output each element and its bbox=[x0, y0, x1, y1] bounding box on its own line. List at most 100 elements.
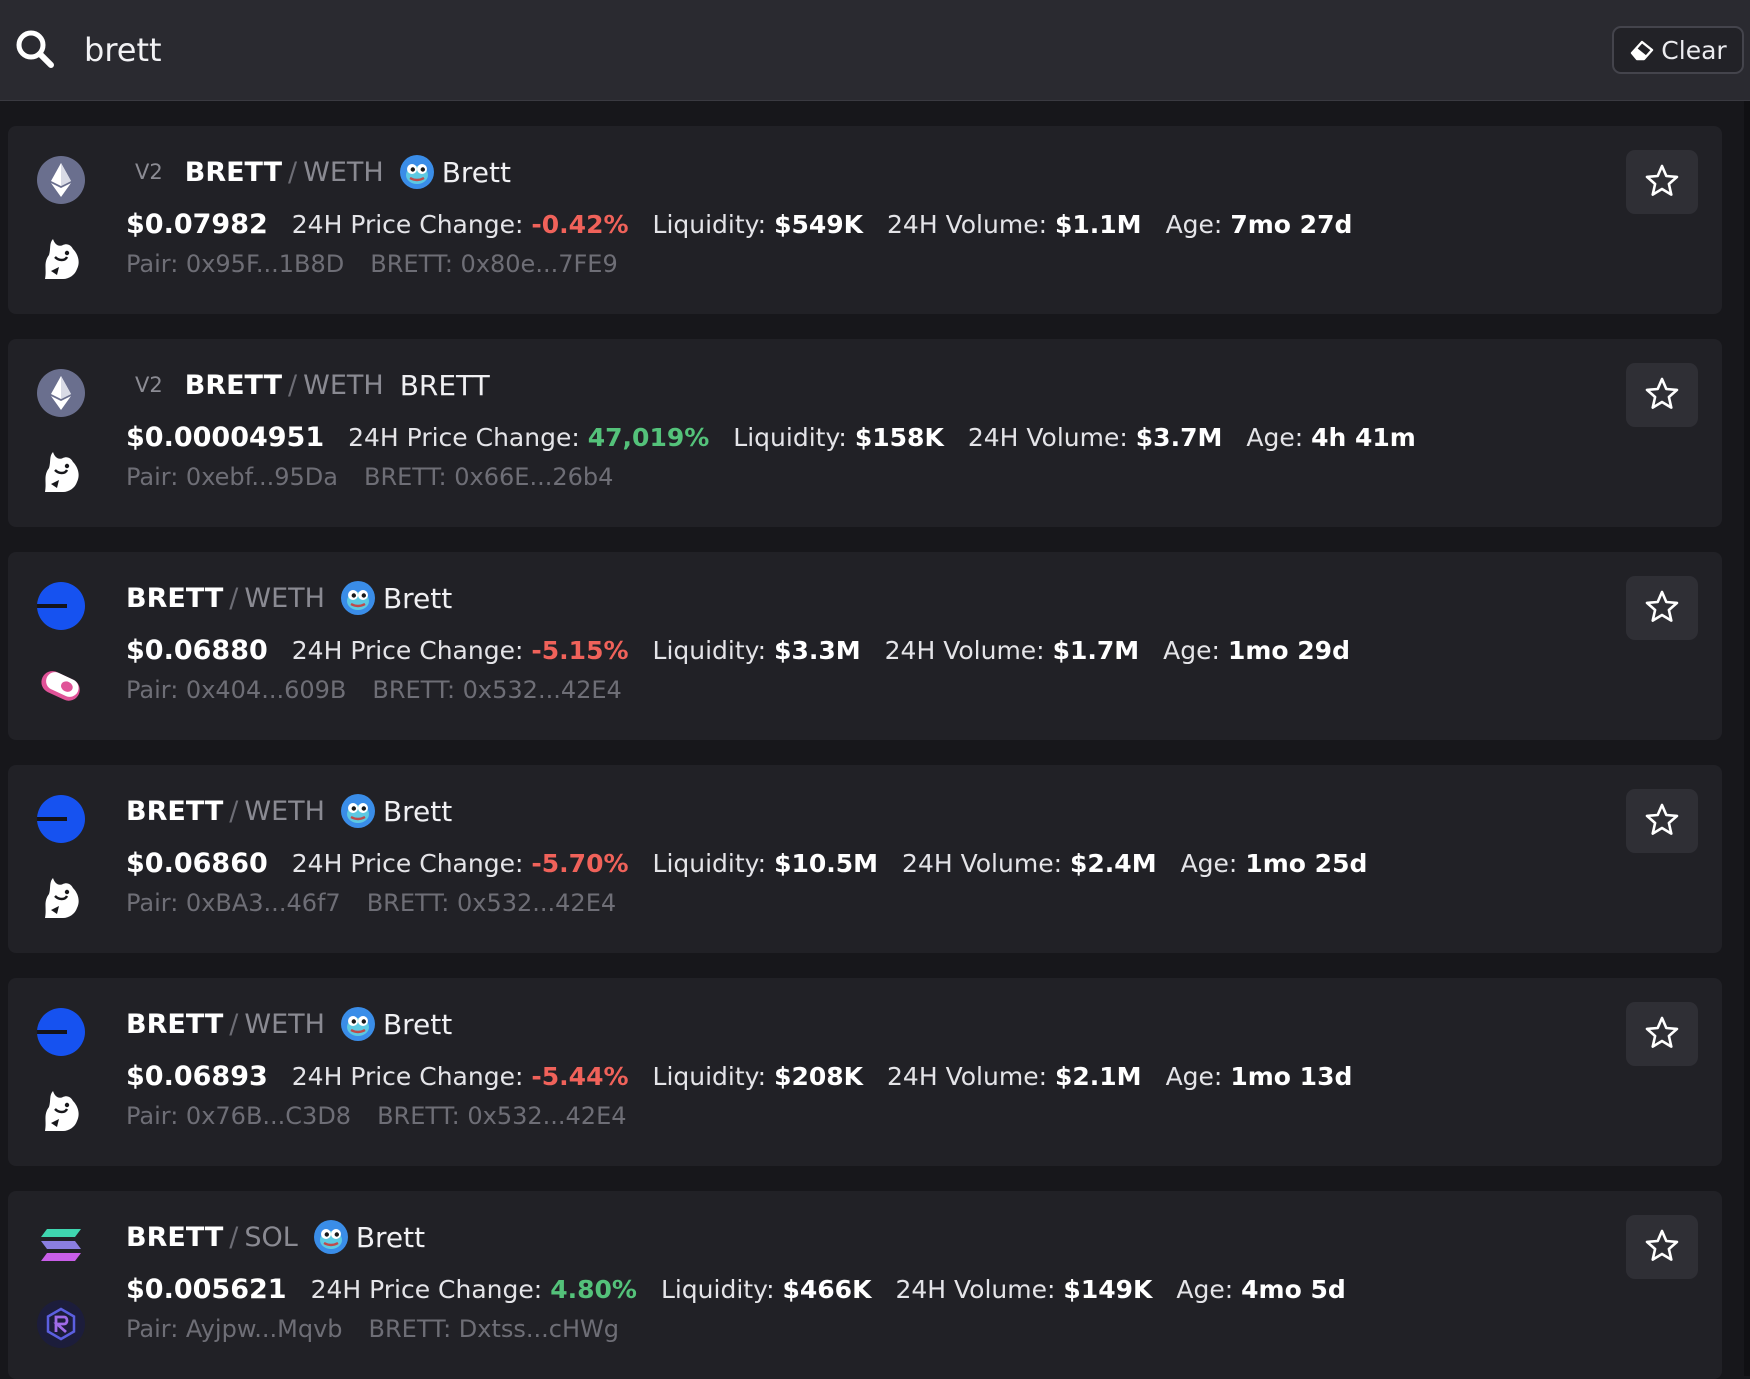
price: $0.06880 bbox=[126, 634, 268, 666]
token-address: BRETT: 0x532...42E4 bbox=[377, 1102, 627, 1130]
age-value: 4h 41m bbox=[1311, 422, 1416, 452]
volume-label: 24H Volume: bbox=[887, 209, 1047, 239]
token-name: Brett bbox=[382, 1007, 453, 1041]
pair-address: Pair: 0x76B...C3D8 bbox=[126, 1102, 352, 1130]
volume-value: $1.7M bbox=[1052, 635, 1140, 665]
result-card[interactable]: V2 BRETT / WETH BRETT $0.00004951 24H Price Ch… bbox=[8, 339, 1722, 527]
brett-pepe-icon bbox=[340, 794, 375, 828]
quote-token: SOL bbox=[244, 1221, 298, 1253]
base-token: BRETT bbox=[126, 1008, 224, 1040]
result-card[interactable]: V2 BRETT / WETH Brett $0.07982 24H Price Chang… bbox=[8, 126, 1722, 314]
volume-label: 24H Volume: bbox=[967, 422, 1128, 452]
stats-row: $0.06860 24H Price Change: -5.70% Liquidity… bbox=[126, 841, 1391, 885]
age-value: 1mo 29d bbox=[1227, 635, 1350, 665]
result-card[interactable]: BRETT / WETH Brett $0.06860 24H Price Change:… bbox=[8, 765, 1722, 953]
age-label: Age: bbox=[1165, 209, 1223, 239]
star-icon bbox=[1644, 376, 1680, 415]
liquidity-value: $10.5M bbox=[774, 848, 879, 878]
pair-address: Pair: 0x404...609B bbox=[126, 676, 347, 704]
price-change-label: 24H Price Change: bbox=[291, 848, 524, 878]
token-address: BRETT: 0x532...42E4 bbox=[372, 676, 622, 704]
ethereum-icon bbox=[37, 156, 85, 204]
price-change-value: -5.70% bbox=[531, 848, 629, 878]
result-card[interactable]: BRETT / SOL Brett $0.005621 24H Price Change:… bbox=[8, 1191, 1722, 1379]
age-label: Age: bbox=[1176, 1274, 1234, 1304]
price-change-label: 24H Price Change: bbox=[291, 209, 524, 239]
favorite-button[interactable] bbox=[1626, 1002, 1698, 1066]
address-row: Pair: 0x404...609B BRETT: 0x532...42E4 bbox=[126, 670, 648, 710]
token-name: Brett bbox=[382, 794, 453, 828]
result-card[interactable]: BRETT / WETH Brett $0.06880 24H Price Change:… bbox=[8, 552, 1722, 740]
token-address: BRETT: 0x66E...26b4 bbox=[363, 463, 614, 491]
pair-separator: / bbox=[288, 156, 298, 188]
favorite-button[interactable] bbox=[1626, 363, 1698, 427]
price-change-value: -0.42% bbox=[531, 209, 629, 239]
pair-title: BRETT / WETH Brett bbox=[126, 789, 452, 833]
favorite-button[interactable] bbox=[1626, 1215, 1698, 1279]
favorite-button[interactable] bbox=[1626, 576, 1698, 640]
price-change-label: 24H Price Change: bbox=[348, 422, 580, 452]
clear-button[interactable]: Clear bbox=[1612, 26, 1744, 74]
star-icon bbox=[1644, 163, 1680, 202]
sushiswap-icon bbox=[37, 661, 85, 709]
volume-label: 24H Volume: bbox=[895, 1274, 1056, 1304]
pair-title: V2 BRETT / WETH BRETT bbox=[126, 363, 490, 407]
address-row: Pair: 0x76B...C3D8 BRETT: 0x532...42E4 bbox=[126, 1096, 653, 1136]
base-chain-icon bbox=[37, 582, 85, 630]
base-chain-icon bbox=[37, 795, 85, 843]
pair-separator: / bbox=[229, 582, 239, 614]
results-list: V2 BRETT / WETH Brett $0.07982 24H Price Chang… bbox=[8, 126, 1722, 1379]
liquidity-value: $549K bbox=[774, 209, 864, 239]
solana-icon bbox=[37, 1221, 85, 1269]
token-address: BRETT: 0x80e...7FE9 bbox=[370, 250, 618, 278]
star-icon bbox=[1644, 802, 1680, 841]
pair-address: Pair: 0xBA3...46f7 bbox=[126, 889, 341, 917]
stats-row: $0.06880 24H Price Change: -5.15% Liquidity… bbox=[126, 628, 1374, 672]
address-row: Pair: Ayjpw...Mqvb BRETT: Dxtss...cHWg bbox=[126, 1309, 645, 1349]
price: $0.06860 bbox=[126, 847, 268, 879]
price-change-label: 24H Price Change: bbox=[310, 1274, 543, 1304]
scrollbar[interactable] bbox=[1744, 101, 1750, 1376]
price-change-value: -5.15% bbox=[531, 635, 629, 665]
address-row: Pair: 0x95F...1B8D BRETT: 0x80e...7FE9 bbox=[126, 244, 644, 284]
pair-title: BRETT / SOL Brett bbox=[126, 1215, 425, 1259]
token-name: Brett bbox=[382, 581, 453, 615]
pair-separator: / bbox=[229, 1221, 239, 1253]
price: $0.00004951 bbox=[126, 421, 325, 453]
brett-pepe-icon bbox=[340, 581, 375, 615]
quote-token: WETH bbox=[244, 1008, 325, 1040]
volume-value: $2.4M bbox=[1070, 848, 1157, 878]
volume-value: $149K bbox=[1063, 1274, 1153, 1304]
favorite-button[interactable] bbox=[1626, 150, 1698, 214]
star-icon bbox=[1644, 1228, 1680, 1267]
age-label: Age: bbox=[1246, 422, 1304, 452]
age-label: Age: bbox=[1180, 848, 1238, 878]
search-input[interactable] bbox=[84, 26, 1384, 74]
liquidity-label: Liquidity: bbox=[733, 422, 847, 452]
price: $0.005621 bbox=[126, 1273, 287, 1305]
star-icon bbox=[1644, 589, 1680, 628]
volume-label: 24H Volume: bbox=[887, 1061, 1047, 1091]
liquidity-label: Liquidity: bbox=[652, 848, 767, 878]
base-token: BRETT bbox=[184, 156, 283, 188]
stats-row: $0.06893 24H Price Change: -5.44% Liquidity… bbox=[126, 1054, 1376, 1098]
pair-address: Pair: Ayjpw...Mqvb bbox=[126, 1315, 343, 1343]
price-change-value: 4.80% bbox=[550, 1274, 637, 1304]
stats-row: $0.07982 24H Price Change: -0.42% Liquidity… bbox=[126, 202, 1376, 246]
price-change-label: 24H Price Change: bbox=[291, 635, 524, 665]
liquidity-value: $3.3M bbox=[774, 635, 861, 665]
token-name: BRETT bbox=[399, 368, 490, 402]
pair-separator: / bbox=[229, 795, 239, 827]
brett-pepe-icon bbox=[399, 155, 434, 189]
quote-token: WETH bbox=[303, 369, 384, 401]
result-card[interactable]: BRETT / WETH Brett $0.06893 24H Price Change:… bbox=[8, 978, 1722, 1166]
pair-address: Pair: 0x95F...1B8D bbox=[126, 250, 345, 278]
address-row: Pair: 0xebf...95Da BRETT: 0x66E...26b4 bbox=[126, 457, 639, 497]
age-value: 1mo 25d bbox=[1245, 848, 1368, 878]
age-value: 1mo 13d bbox=[1230, 1061, 1353, 1091]
token-name: Brett bbox=[441, 155, 511, 189]
favorite-button[interactable] bbox=[1626, 789, 1698, 853]
base-token: BRETT bbox=[126, 795, 224, 827]
brett-pepe-icon bbox=[313, 1220, 348, 1254]
brett-pepe-icon bbox=[340, 1007, 375, 1041]
